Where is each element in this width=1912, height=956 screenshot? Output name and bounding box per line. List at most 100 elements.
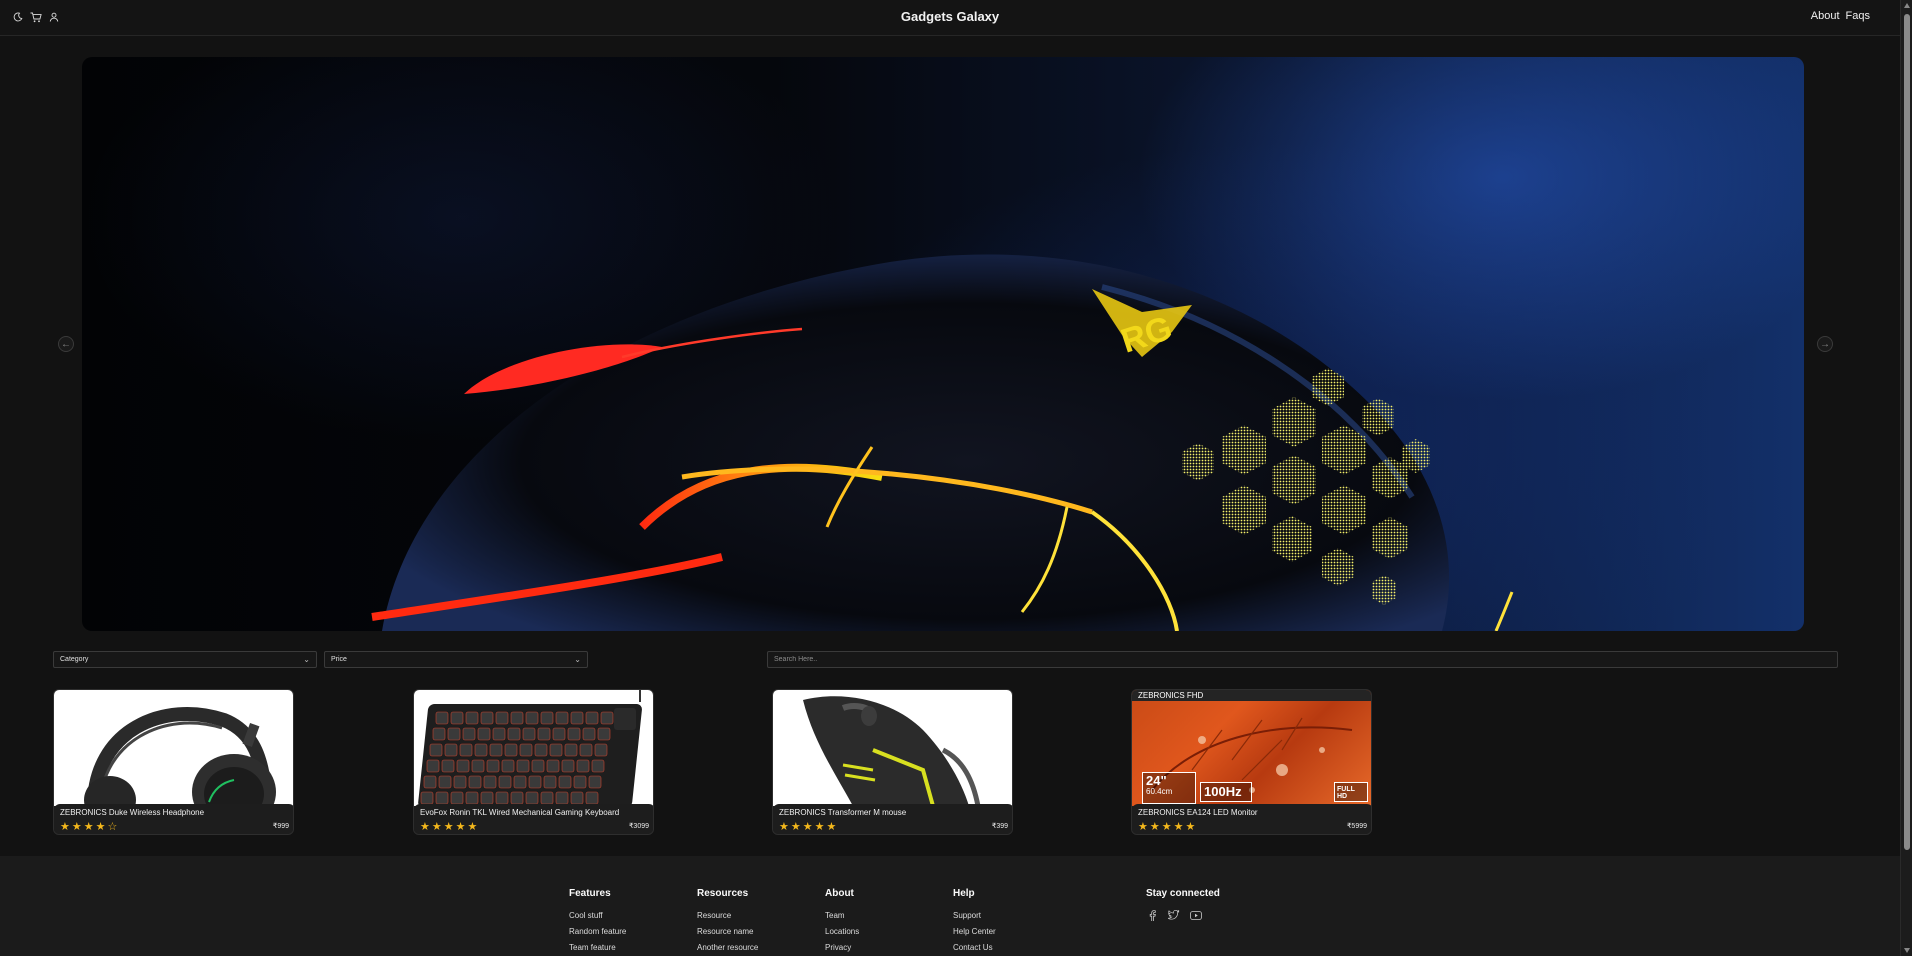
star-rating: ★★★★★ [1138,820,1197,833]
product-price: ₹5999 [1346,823,1367,830]
product-card[interactable]: ZEBRONICS FHD 24" 60.4cm 100Hz FULL HD Z [1131,689,1372,835]
star-icon: ★ [95,821,108,833]
product-card[interactable]: ZEBRONICS Transformer M mouse ★★★★★ ₹399 [772,689,1013,835]
monitor-fullhd-badge: FULL HD [1334,782,1368,802]
footer-link[interactable]: Random feature [569,927,626,936]
star-icon: ★ [814,821,827,833]
brand-title[interactable]: Gadgets Galaxy [0,9,1900,24]
gaming-mouse-illustration: RG [371,254,1514,631]
footer-column-features: Features Cool stuff Random feature Team … [569,888,626,956]
price-select[interactable]: Price ⌄ [324,651,588,668]
star-icon: ★ [71,821,84,833]
search-input[interactable] [767,651,1838,668]
footer-heading: Stay connected [1146,888,1220,899]
facebook-icon[interactable] [1146,909,1158,921]
star-icon: ★ [455,821,468,833]
arrow-left-icon: ← [61,338,71,350]
chevron-down-icon: ⌄ [574,655,581,664]
star-icon: ★ [1173,821,1186,833]
star-icon: ★ [826,821,839,833]
nav-link-faqs[interactable]: Faqs [1846,10,1870,22]
star-icon: ★ [779,821,791,833]
top-navbar: Gadgets Galaxy About Faqs [0,0,1900,36]
star-outline-icon: ☆ [107,821,120,833]
hero-carousel-image: RG [82,57,1804,631]
footer-link[interactable]: Privacy [825,943,859,952]
category-select[interactable]: Category ⌄ [53,651,317,668]
product-name: ZEBRONICS Transformer M mouse [779,808,907,817]
star-icon: ★ [1138,821,1150,833]
twitter-icon[interactable] [1168,909,1180,921]
product-image-keyboard[interactable] [414,690,653,806]
footer-link[interactable]: Help Center [953,927,996,936]
chevron-down-icon: ⌄ [303,655,310,664]
monitor-size-badge: 24" 60.4cm [1142,772,1196,804]
filter-bar: Category ⌄ Price ⌄ [53,651,588,668]
page: Gadgets Galaxy About Faqs RG ← → Categor… [0,0,1900,956]
product-price: ₹399 [991,823,1008,830]
product-info: ZEBRONICS Transformer M mouse ★★★★★ ₹399 [773,804,1012,834]
footer-link[interactable]: Cool stuff [569,911,626,920]
product-name: ZEBRONICS EA124 LED Monitor [1138,808,1258,817]
product-grid: ZEBRONICS Duke Wireless Headphone ★★★★☆ … [53,689,1553,835]
product-info: EvoFox Ronin TKL Wired Mechanical Gaming… [414,804,653,834]
product-image-headphone[interactable] [54,690,293,806]
star-icon: ★ [467,821,480,833]
product-price: ₹999 [272,823,289,830]
scroll-down-icon[interactable] [1904,948,1910,953]
carousel-prev-button[interactable]: ← [58,336,74,352]
header-links: About Faqs [1811,10,1870,22]
star-icon: ★ [802,821,815,833]
footer-column-resources: Resources Resource Resource name Another… [697,888,758,956]
price-select-value: Price [331,656,347,663]
product-name: EvoFox Ronin TKL Wired Mechanical Gaming… [420,808,620,817]
product-price: ₹3099 [628,823,649,830]
footer-link[interactable]: Resource [697,911,758,920]
footer-link[interactable]: Team [825,911,859,920]
star-icon: ★ [431,821,444,833]
star-icon: ★ [790,821,803,833]
product-image-monitor[interactable]: ZEBRONICS FHD 24" 60.4cm 100Hz FULL HD [1132,690,1371,806]
product-info: ZEBRONICS Duke Wireless Headphone ★★★★☆ … [54,804,293,834]
footer-social: Stay connected [1146,888,1220,921]
social-icons [1146,909,1220,921]
carousel-next-button[interactable]: → [1817,336,1833,352]
footer-heading: About [825,888,854,899]
star-rating: ★★★★☆ [60,820,119,833]
footer-column-about: About Team Locations Privacy [825,888,859,956]
youtube-icon[interactable] [1190,909,1202,921]
footer-heading: Resources [697,888,749,899]
product-name: ZEBRONICS Duke Wireless Headphone [60,808,205,817]
product-card[interactable]: ZEBRONICS Duke Wireless Headphone ★★★★☆ … [53,689,294,835]
footer-link[interactable]: Support [953,911,996,920]
footer-link[interactable]: Contact Us [953,943,996,952]
footer-heading: Help [953,888,975,899]
footer-link[interactable]: Another resource [697,943,758,952]
monitor-size-cm: 60.4cm [1146,787,1173,796]
star-rating: ★★★★★ [779,820,838,833]
product-card[interactable]: EvoFox Ronin TKL Wired Mechanical Gaming… [413,689,654,835]
monitor-refresh-badge: 100Hz [1200,782,1252,802]
star-icon: ★ [1149,821,1162,833]
star-icon: ★ [1185,821,1198,833]
arrow-right-icon: → [1820,338,1830,350]
star-icon: ★ [1161,821,1174,833]
footer-link[interactable]: Locations [825,927,859,936]
star-rating: ★★★★★ [420,820,479,833]
footer-link[interactable]: Resource name [697,927,758,936]
monitor-size: 24" [1146,773,1167,788]
star-icon: ★ [60,821,72,833]
category-select-value: Category [60,656,89,663]
product-info: ZEBRONICS EA124 LED Monitor ★★★★★ ₹5999 [1132,804,1371,834]
product-image-mouse[interactable] [773,690,1012,806]
page-scrollbar[interactable] [1900,0,1912,956]
scroll-up-icon[interactable] [1904,3,1910,8]
scrollbar-thumb[interactable] [1904,14,1910,850]
nav-link-about[interactable]: About [1811,10,1840,22]
site-footer: Features Cool stuff Random feature Team … [0,856,1900,956]
star-icon: ★ [443,821,456,833]
footer-link[interactable]: Team feature [569,943,626,952]
star-icon: ★ [83,821,96,833]
footer-heading: Features [569,888,611,899]
star-icon: ★ [420,821,432,833]
